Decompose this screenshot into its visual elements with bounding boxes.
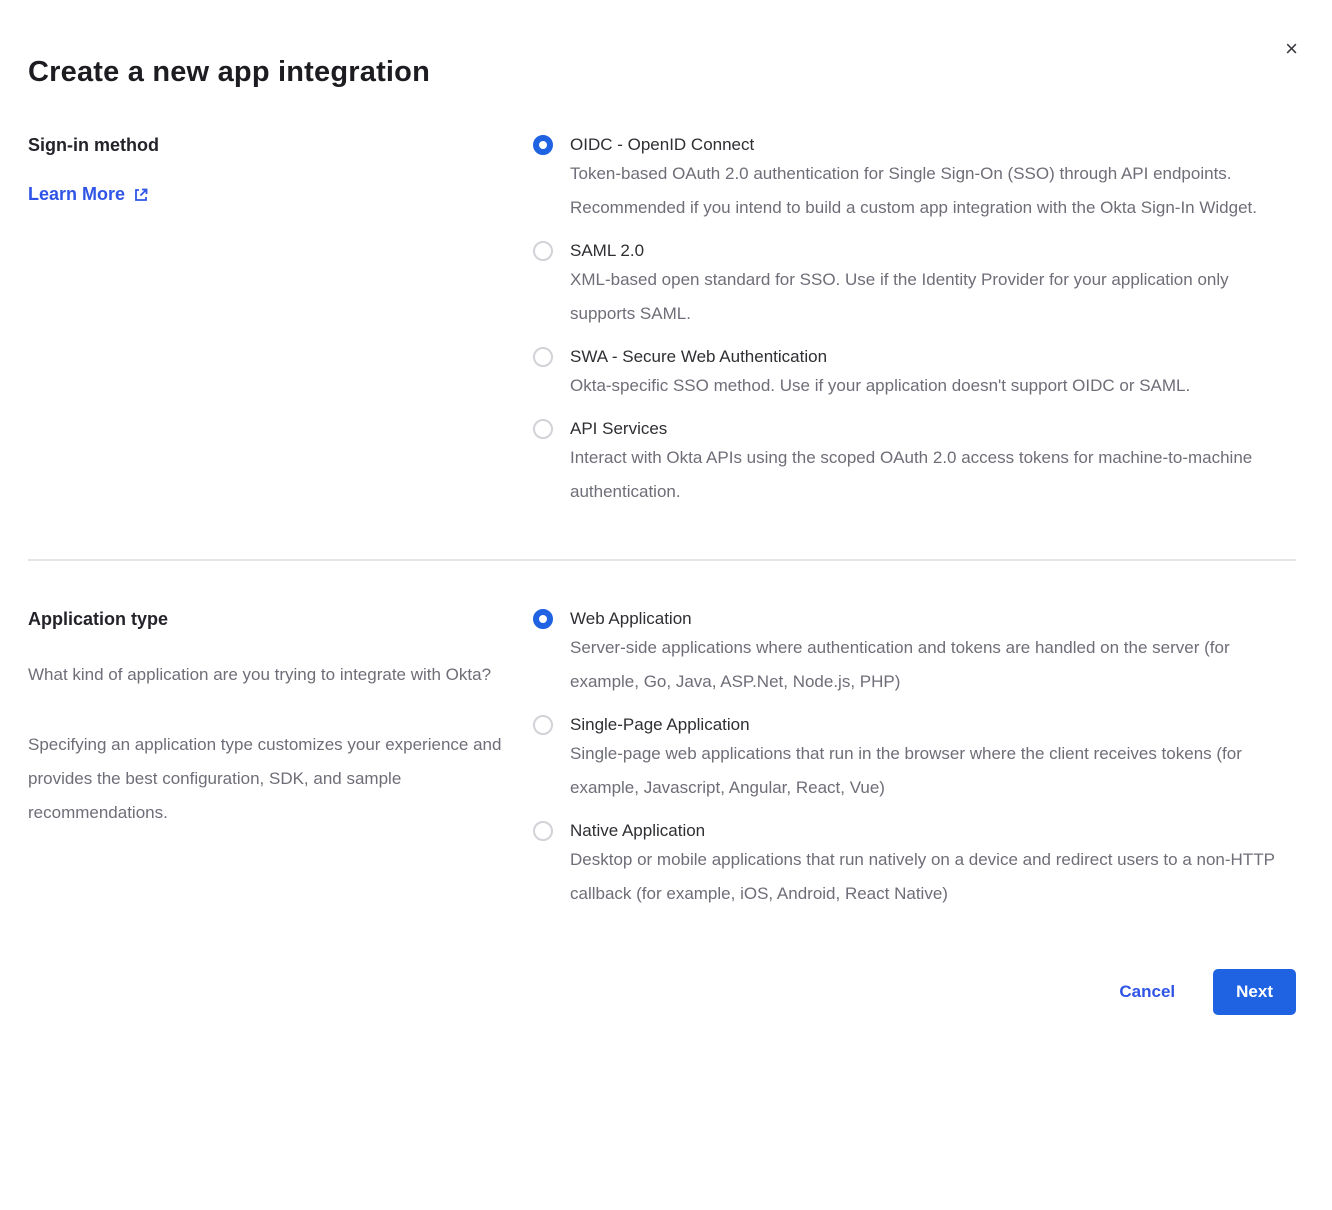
radio-web-application-icon[interactable] bbox=[533, 609, 553, 629]
application-type-section: Application type What kind of applicatio… bbox=[28, 609, 1296, 911]
next-button[interactable]: Next bbox=[1213, 969, 1296, 1015]
radio-option-web-application[interactable]: Web Application Server-side applications… bbox=[533, 609, 1296, 699]
radio-option-spa[interactable]: Single-Page Application Single-page web … bbox=[533, 715, 1296, 805]
radio-saml-icon[interactable] bbox=[533, 241, 553, 261]
radio-oidc-label: OIDC - OpenID Connect bbox=[570, 135, 754, 155]
signin-method-label: Sign-in method bbox=[28, 135, 503, 156]
radio-spa-icon[interactable] bbox=[533, 715, 553, 735]
signin-method-section: Sign-in method Learn More OIDC - OpenID … bbox=[28, 135, 1296, 509]
radio-native-application-description: Desktop or mobile applications that run … bbox=[570, 843, 1280, 911]
create-app-integration-dialog: × Create a new app integration Sign-in m… bbox=[0, 0, 1332, 1063]
cancel-button[interactable]: Cancel bbox=[1119, 982, 1175, 1002]
application-type-question: What kind of application are you trying … bbox=[28, 658, 503, 692]
close-icon[interactable]: × bbox=[1285, 38, 1298, 60]
radio-oidc-description: Token-based OAuth 2.0 authentication for… bbox=[570, 157, 1280, 225]
radio-option-native-application[interactable]: Native Application Desktop or mobile app… bbox=[533, 821, 1296, 911]
radio-spa-description: Single-page web applications that run in… bbox=[570, 737, 1280, 805]
radio-oidc-icon[interactable] bbox=[533, 135, 553, 155]
radio-saml-description: XML-based open standard for SSO. Use if … bbox=[570, 263, 1280, 331]
application-type-label: Application type bbox=[28, 609, 503, 630]
learn-more-label: Learn More bbox=[28, 184, 125, 205]
radio-api-services-description: Interact with Okta APIs using the scoped… bbox=[570, 441, 1280, 509]
section-divider bbox=[28, 559, 1296, 561]
radio-option-saml[interactable]: SAML 2.0 XML-based open standard for SSO… bbox=[533, 241, 1296, 331]
radio-native-application-label: Native Application bbox=[570, 821, 705, 841]
radio-spa-label: Single-Page Application bbox=[570, 715, 750, 735]
radio-api-services-icon[interactable] bbox=[533, 419, 553, 439]
radio-api-services-label: API Services bbox=[570, 419, 667, 439]
radio-web-application-description: Server-side applications where authentic… bbox=[570, 631, 1280, 699]
radio-swa-label: SWA - Secure Web Authentication bbox=[570, 347, 827, 367]
radio-swa-icon[interactable] bbox=[533, 347, 553, 367]
learn-more-link[interactable]: Learn More bbox=[28, 184, 149, 205]
dialog-footer: Cancel Next bbox=[28, 969, 1296, 1015]
radio-swa-description: Okta-specific SSO method. Use if your ap… bbox=[570, 369, 1280, 403]
radio-option-api-services[interactable]: API Services Interact with Okta APIs usi… bbox=[533, 419, 1296, 509]
radio-web-application-label: Web Application bbox=[570, 609, 692, 629]
radio-native-application-icon[interactable] bbox=[533, 821, 553, 841]
radio-option-oidc[interactable]: OIDC - OpenID Connect Token-based OAuth … bbox=[533, 135, 1296, 225]
external-link-icon bbox=[133, 187, 149, 203]
radio-option-swa[interactable]: SWA - Secure Web Authentication Okta-spe… bbox=[533, 347, 1296, 403]
application-type-note: Specifying an application type customize… bbox=[28, 728, 503, 830]
radio-saml-label: SAML 2.0 bbox=[570, 241, 644, 261]
page-title: Create a new app integration bbox=[28, 56, 1296, 89]
